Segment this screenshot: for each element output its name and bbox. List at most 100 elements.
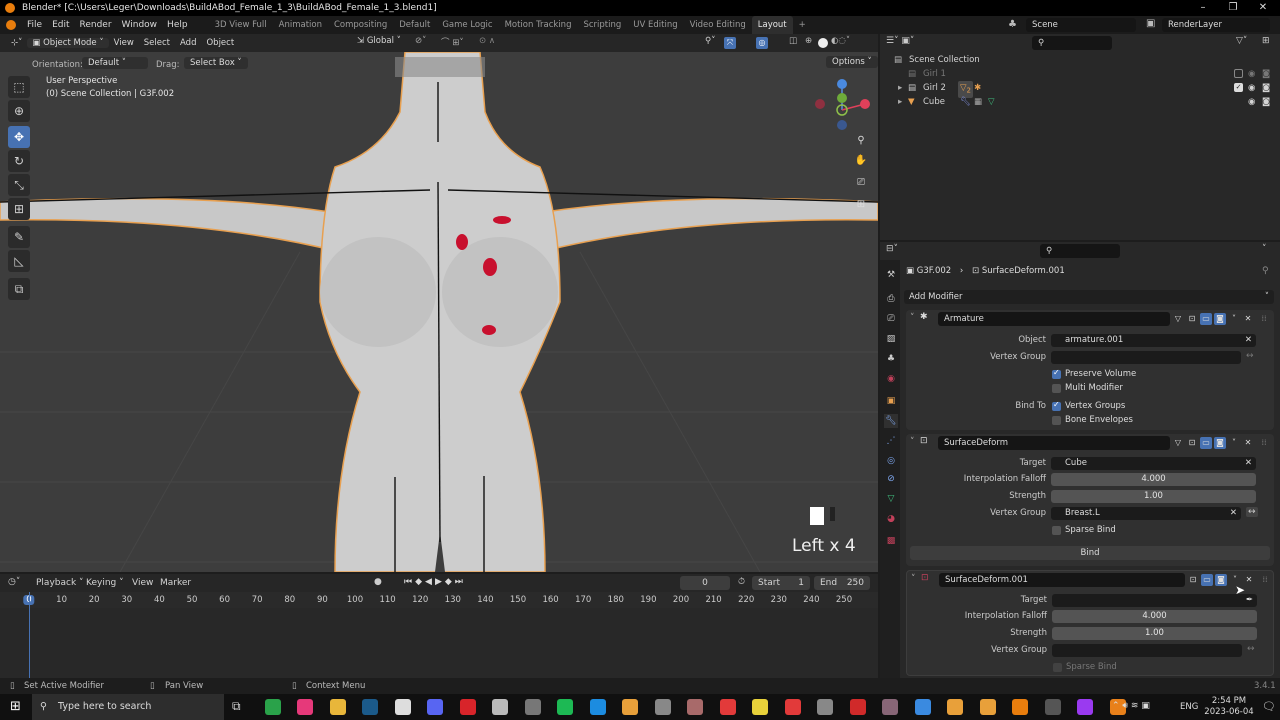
expand-arrow-icon[interactable]: ▸ <box>898 81 902 95</box>
armature-vertex-group-field[interactable] <box>1051 351 1241 364</box>
auto-keying-icon[interactable]: ● <box>374 577 382 587</box>
workspace-tab-animation[interactable]: Animation <box>273 16 328 34</box>
notifications-icon[interactable]: 🗨︎ <box>1262 700 1276 713</box>
timeline-ruler[interactable]: 0102030405060708090100110120130140150160… <box>0 592 878 608</box>
camera-view-icon[interactable]: ⎚ <box>852 174 870 192</box>
start-frame-field[interactable]: Start 1 <box>752 576 810 590</box>
tool-select-box[interactable]: ⬚ <box>8 76 30 98</box>
visibility-eye-icon[interactable]: ◉ <box>1248 81 1255 95</box>
windows-start-icon[interactable]: ⊞ <box>10 699 21 714</box>
gizmo-z-axis[interactable] <box>837 79 847 89</box>
taskbar-app-app-thumbnail-icon[interactable] <box>817 699 833 715</box>
expand-arrow-icon[interactable]: ▸ <box>898 95 902 109</box>
taskbar-app-roblox-icon[interactable] <box>459 699 476 715</box>
armature-icon[interactable]: ✱ <box>974 81 981 95</box>
drag-handle-icon[interactable]: ⁞⁞ <box>1259 574 1271 586</box>
clear-icon[interactable]: ✕ <box>1245 457 1252 470</box>
gizmo-x-axis[interactable] <box>860 99 870 109</box>
properties-editor-type-icon[interactable]: ⊟˅ <box>886 244 898 254</box>
invert-vertex-group-icon[interactable]: ↔ <box>1247 644 1255 654</box>
tab-world-icon[interactable]: ◉ <box>884 372 898 386</box>
properties-search-input[interactable]: ⚲ <box>1040 244 1120 258</box>
bind-bone-envelopes-checkbox[interactable] <box>1052 416 1061 425</box>
tool-move[interactable]: ✥ <box>8 126 30 148</box>
shading-wireframe-icon[interactable]: ⊕ <box>800 36 817 46</box>
timeline-editor-type-icon[interactable]: ◷˅ <box>8 577 20 587</box>
taskbar-app-switch-blue-icon[interactable] <box>914 699 931 715</box>
view-layer-selector[interactable]: RenderLayer <box>1162 18 1270 32</box>
taskbar-app-switch-red-icon[interactable] <box>719 699 736 715</box>
surfacedeform-target-field[interactable]: Cube ✕ <box>1051 457 1256 470</box>
workspace-tab-layout[interactable]: Layout <box>751 16 793 34</box>
workspace-tab-game-logic[interactable]: Game Logic <box>436 16 498 34</box>
filter-icon[interactable]: ▽˅ <box>1236 36 1247 46</box>
render-camera-icon[interactable]: ◙ <box>1262 67 1270 81</box>
realtime-display-icon[interactable]: ▭ <box>1200 437 1212 449</box>
mesh-data-icon[interactable]: ▽ <box>988 95 995 109</box>
modifier-menu-chevron-icon[interactable]: ˅ <box>1228 313 1240 325</box>
taskbar-app-task-view-icon[interactable]: ⧉ <box>232 699 248 715</box>
close-window-button[interactable]: ✕ <box>1248 0 1278 16</box>
current-frame-field[interactable]: 0 <box>680 576 730 590</box>
options-dropdown[interactable]: Options ˅ <box>826 56 878 68</box>
menu-edit[interactable]: Edit <box>47 16 74 34</box>
invert-vertex-group-icon[interactable]: ↔ <box>1246 351 1254 361</box>
tab-object-icon[interactable]: ▣ <box>884 394 898 408</box>
menu-keying[interactable]: Keying ˅ <box>86 578 124 588</box>
end-frame-field[interactable]: End 250 <box>814 576 870 590</box>
workspace-tab-scripting[interactable]: Scripting <box>577 16 627 34</box>
visibility-icon[interactable]: ⚲˅ <box>700 36 720 46</box>
menu-file[interactable]: File <box>22 16 47 34</box>
system-tray-icons[interactable]: ⌃ 🔊︎ ≋ ▣ <box>1112 701 1150 711</box>
pivot-point-icon[interactable]: ⊘˅ <box>410 36 431 46</box>
tab-output-icon[interactable]: ⎚ <box>884 312 898 326</box>
taskbar-app-chrome-icon[interactable] <box>622 699 638 715</box>
perspective-toggle-icon[interactable]: ⊞ <box>852 196 870 214</box>
preserve-volume-checkbox[interactable] <box>1052 368 1061 379</box>
surfacedeform-001-target-field[interactable]: ✒ <box>1052 594 1257 607</box>
taskbar-app-xbox-icon[interactable] <box>264 699 281 715</box>
gizmo-y-axis[interactable] <box>837 93 847 103</box>
taskbar-app-discord-icon[interactable] <box>427 699 443 715</box>
workspace-tab-motion-tracking[interactable]: Motion Tracking <box>499 16 578 34</box>
tab-material-icon[interactable]: ◕ <box>884 512 898 526</box>
taskbar-app-chrome-3-icon[interactable] <box>979 699 996 715</box>
menu-help[interactable]: Help <box>162 16 193 34</box>
edit-cage-icon[interactable]: ▽ <box>1172 437 1184 449</box>
taskbar-app-app-portrait-icon[interactable] <box>687 699 703 715</box>
menu-window[interactable]: Window <box>117 16 163 34</box>
realtime-display-icon[interactable]: ▭ <box>1200 313 1212 325</box>
navigation-gizmo[interactable] <box>808 72 878 132</box>
menu-timeline-view[interactable]: View <box>132 578 153 588</box>
scene-selector[interactable]: Scene <box>1026 18 1136 32</box>
tool-rotate[interactable]: ↻ <box>8 150 30 172</box>
editor-type-icon[interactable]: ⊹˅ <box>6 38 27 48</box>
tab-data-icon[interactable]: ▽ <box>884 492 898 506</box>
outliner-row[interactable]: ▸ ▤ Girl 2 ▽2 ✱ ✓ ◉ ◙ <box>880 81 1280 98</box>
blender-menu-icon[interactable] <box>6 20 16 30</box>
clock-date[interactable]: 2023-06-04 <box>1200 707 1258 717</box>
bind-vertex-groups-checkbox[interactable] <box>1052 400 1061 411</box>
collapse-chevron-icon[interactable]: ˅ <box>910 313 915 323</box>
properties-options-dropdown[interactable]: ˅ <box>1262 244 1267 254</box>
taskbar-app-app-avatar-icon[interactable] <box>654 699 671 715</box>
collapse-chevron-icon[interactable]: ˅ <box>911 574 916 584</box>
edit-mode-icon[interactable]: ⊡ <box>1187 574 1199 586</box>
view-layer-icon[interactable]: ▣ <box>1146 18 1155 29</box>
render-camera-icon[interactable]: ◙ <box>1262 81 1270 95</box>
minimize-button[interactable]: – <box>1188 0 1218 16</box>
clock-time[interactable]: 2:54 PM <box>1204 696 1254 706</box>
tool-scale[interactable]: ⤡ <box>8 174 30 196</box>
input-language[interactable]: ENG <box>1180 702 1198 712</box>
orientation-dropdown[interactable]: Default ˅ <box>82 57 148 69</box>
tab-render-icon[interactable]: ⎙ <box>884 292 898 306</box>
transform-orientation-dropdown[interactable]: ⇲ Global ˅ <box>352 36 406 46</box>
vertex-groups-icon[interactable]: ▦ <box>974 95 982 109</box>
taskbar-app-opera-icon[interactable] <box>784 699 801 715</box>
3d-viewport[interactable]: User Perspective (0) Scene Collection | … <box>0 52 878 572</box>
edit-mode-icon[interactable]: ⊡ <box>1186 313 1198 325</box>
workspace-tab-compositing[interactable]: Compositing <box>328 16 393 34</box>
taskbar-search-box[interactable]: ⚲ Type here to search <box>32 694 224 720</box>
gizmo-neg-z-axis[interactable] <box>837 120 847 130</box>
mode-selector[interactable]: ▣ Object Mode ˅ <box>27 38 109 48</box>
